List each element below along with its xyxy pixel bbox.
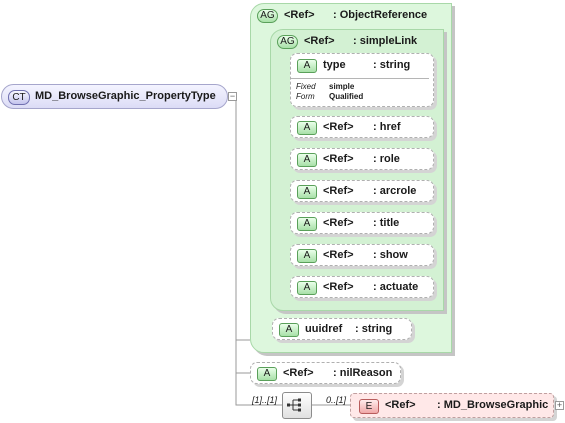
- actuate-attribute-ref: <Ref>: [323, 281, 354, 293]
- arcrole-attribute-node[interactable]: A <Ref> : arcrole: [290, 180, 434, 202]
- nil-reason-attribute-ref: <Ref>: [283, 367, 314, 379]
- arcrole-attribute-ref: <Ref>: [323, 185, 354, 197]
- title-attribute-badge: A: [297, 217, 317, 231]
- fixed-label: Fixed: [296, 82, 316, 91]
- nil-reason-attribute-node[interactable]: A <Ref> : nilReason: [250, 362, 401, 384]
- show-attribute-node[interactable]: A <Ref> : show: [290, 244, 434, 266]
- href-attribute-ref: <Ref>: [323, 121, 354, 133]
- role-attribute-badge: A: [297, 153, 317, 167]
- browse-graphic-type: : MD_BrowseGraphic: [437, 399, 549, 411]
- uuidref-attribute-name: uuidref: [305, 323, 343, 335]
- show-attribute-type: : show: [373, 249, 408, 261]
- form-label: Form: [296, 92, 315, 101]
- arcrole-attribute-type: : arcrole: [373, 185, 417, 197]
- type-attribute-type: : string: [373, 59, 411, 71]
- title-attribute-node[interactable]: A <Ref> : title: [290, 212, 434, 234]
- complex-type-node[interactable]: CT MD_BrowseGraphic_PropertyType: [1, 84, 228, 109]
- href-attribute-node[interactable]: A <Ref> : href: [290, 116, 434, 138]
- object-reference-type: : ObjectReference: [333, 9, 428, 21]
- title-attribute-ref: <Ref>: [323, 217, 354, 229]
- role-attribute-node[interactable]: A <Ref> : role: [290, 148, 434, 170]
- browse-graphic-element-node[interactable]: E <Ref> : MD_BrowseGraphic: [350, 393, 554, 418]
- type-attribute-node[interactable]: A type : string Fixed simple Form Qualif…: [290, 53, 434, 107]
- complex-type-name: MD_BrowseGraphic_PropertyType: [35, 90, 216, 102]
- object-reference-ref: <Ref>: [284, 9, 315, 21]
- type-attribute-badge: A: [297, 59, 317, 73]
- uuidref-attribute-node[interactable]: A uuidref : string: [272, 318, 412, 340]
- role-attribute-type: : role: [373, 153, 400, 165]
- actuate-attribute-node[interactable]: A <Ref> : actuate: [290, 276, 434, 298]
- browse-graphic-cardinality: 0..[1]: [326, 395, 347, 405]
- browse-graphic-ref: <Ref>: [385, 399, 416, 411]
- object-reference-badge: AG: [257, 9, 278, 23]
- simple-link-ref: <Ref>: [304, 35, 335, 47]
- sequence-icon: [287, 398, 301, 412]
- simple-link-badge: AG: [277, 35, 298, 49]
- uuidref-attribute-type: : string: [355, 323, 393, 335]
- href-attribute-badge: A: [297, 121, 317, 135]
- form-value: Qualified: [329, 92, 364, 101]
- simple-link-type: : simpleLink: [353, 35, 418, 47]
- actuate-attribute-type: : actuate: [373, 281, 419, 293]
- show-attribute-ref: <Ref>: [323, 249, 354, 261]
- nil-reason-attribute-badge: A: [257, 367, 277, 381]
- uuidref-attribute-badge: A: [279, 323, 299, 337]
- type-attribute-name: type: [323, 59, 346, 71]
- type-attribute-divider: [291, 78, 429, 79]
- complex-type-collapse-icon[interactable]: −: [228, 92, 237, 101]
- sequence-compositor[interactable]: [282, 392, 312, 419]
- href-attribute-type: : href: [373, 121, 401, 133]
- title-attribute-type: : title: [373, 217, 400, 229]
- complex-type-badge: CT: [8, 90, 30, 105]
- browse-graphic-badge: E: [359, 399, 379, 414]
- arcrole-attribute-badge: A: [297, 185, 317, 199]
- sequence-cardinality: [1]..[1]: [252, 395, 278, 405]
- browse-graphic-expand-icon[interactable]: +: [555, 401, 564, 410]
- show-attribute-badge: A: [297, 249, 317, 263]
- fixed-value: simple: [329, 82, 355, 91]
- actuate-attribute-badge: A: [297, 281, 317, 295]
- nil-reason-attribute-type: : nilReason: [333, 367, 393, 379]
- role-attribute-ref: <Ref>: [323, 153, 354, 165]
